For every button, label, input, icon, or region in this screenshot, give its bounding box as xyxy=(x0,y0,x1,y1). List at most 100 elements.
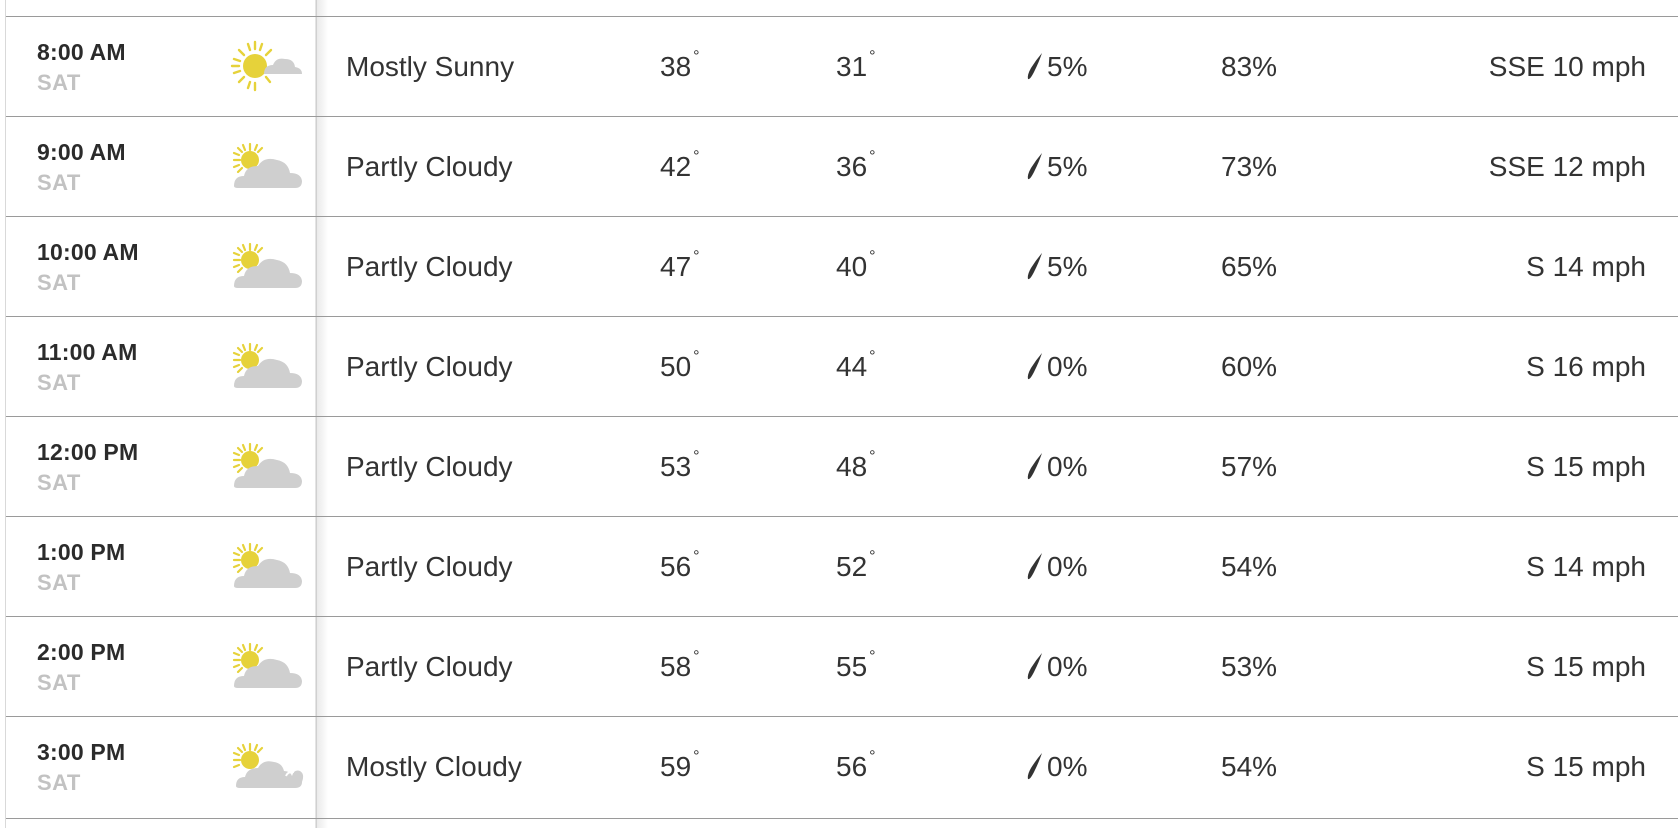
mostly-cloudy-icon xyxy=(228,717,304,817)
hour-label: 10:00 AM xyxy=(37,238,139,265)
time-cell: 9:00 AM SAT xyxy=(37,117,126,217)
raindrop-icon xyxy=(1027,253,1042,280)
condition-text: Partly Cloudy xyxy=(346,151,513,182)
day-label: SAT xyxy=(37,569,81,595)
precipitation: 0% xyxy=(1027,317,1127,417)
temperature: 56 ° xyxy=(660,548,700,582)
precipitation: 0% xyxy=(1027,517,1127,617)
humidity: 60% xyxy=(1221,351,1278,382)
raindrop-icon xyxy=(1027,53,1042,80)
mostly-sunny-icon xyxy=(228,17,304,117)
precipitation: 0% xyxy=(1027,417,1127,517)
day-label: SAT xyxy=(37,369,81,395)
day-label: SAT xyxy=(37,669,81,695)
day-label: SAT xyxy=(37,769,81,795)
time-cell: 11:00 AM SAT xyxy=(37,317,137,417)
humidity: 65% xyxy=(1221,251,1278,282)
time-cell: 3:00 PM SAT xyxy=(37,717,125,817)
hour-label: 8:00 AM xyxy=(37,38,126,65)
condition-text: Partly Cloudy xyxy=(346,651,513,682)
table-row[interactable]: 3:00 PM SAT Mostly Cloudy 59 ° 56 ° 0% 5… xyxy=(6,717,1678,819)
partly-cloudy-icon xyxy=(228,117,304,217)
wind: SSE 10 mph xyxy=(1488,51,1646,82)
table-row[interactable]: 1:00 PM SAT Partly Cloudy 56 ° 52 ° 0% 5… xyxy=(6,517,1678,617)
precipitation: 0% xyxy=(1027,717,1127,817)
time-cell: 1:00 PM SAT xyxy=(37,517,125,617)
feels-like: 56 ° xyxy=(836,748,876,782)
partly-cloudy-icon xyxy=(228,617,304,717)
feels-like: 55 ° xyxy=(836,648,876,682)
partly-cloudy-icon xyxy=(228,317,304,417)
temperature: 47 ° xyxy=(660,248,700,282)
partly-cloudy-icon xyxy=(228,517,304,617)
wind: S 15 mph xyxy=(1526,751,1646,782)
precipitation: 0% xyxy=(1027,617,1127,717)
time-cell: 12:00 PM SAT xyxy=(37,417,138,517)
precipitation: 5% xyxy=(1027,117,1127,217)
wind: SSE 12 mph xyxy=(1488,151,1646,182)
time-cell: 2:00 PM SAT xyxy=(37,617,125,717)
wind: S 16 mph xyxy=(1526,351,1646,382)
hour-label: 12:00 PM xyxy=(37,438,139,465)
hourly-forecast-table: 8:00 AM SAT Mostly Sunny 38 ° 31 ° 5% 83… xyxy=(5,0,1678,828)
temperature: 53 ° xyxy=(660,448,700,482)
condition-text: Partly Cloudy xyxy=(346,451,513,482)
feels-like: 31 ° xyxy=(836,48,876,82)
raindrop-icon xyxy=(1027,753,1042,780)
raindrop-icon xyxy=(1027,453,1042,480)
day-label: SAT xyxy=(37,269,81,295)
partly-cloudy-icon xyxy=(228,217,304,317)
wind: S 14 mph xyxy=(1526,251,1646,282)
table-row[interactable]: 2:00 PM SAT Partly Cloudy 58 ° 55 ° 0% 5… xyxy=(6,617,1678,717)
feels-like: 44 ° xyxy=(836,348,876,382)
condition-text: Mostly Sunny xyxy=(346,51,515,82)
humidity: 73% xyxy=(1221,151,1278,182)
table-row[interactable]: 8:00 AM SAT Mostly Sunny 38 ° 31 ° 5% 83… xyxy=(6,17,1678,117)
partly-cloudy-icon xyxy=(228,417,304,517)
precipitation: 5% xyxy=(1027,217,1127,317)
temperature: 59 ° xyxy=(660,748,700,782)
feels-like: 48 ° xyxy=(836,448,876,482)
raindrop-icon xyxy=(1027,153,1042,180)
hour-label: 9:00 AM xyxy=(37,138,126,165)
humidity: 53% xyxy=(1221,651,1278,682)
raindrop-icon xyxy=(1027,353,1042,380)
raindrop-icon xyxy=(1027,653,1042,680)
temperature: 42 ° xyxy=(660,148,700,182)
humidity: 57% xyxy=(1221,451,1278,482)
hour-label: 1:00 PM xyxy=(37,538,126,565)
day-label: SAT xyxy=(37,169,81,195)
condition-text: Mostly Cloudy xyxy=(346,751,522,782)
feels-like: 36 ° xyxy=(836,148,876,182)
condition-text: Partly Cloudy xyxy=(346,251,513,282)
temperature: 38 ° xyxy=(660,48,700,82)
condition-text: Partly Cloudy xyxy=(346,551,513,582)
humidity: 54% xyxy=(1221,551,1278,582)
hour-label: 11:00 AM xyxy=(37,338,138,365)
feels-like: 52 ° xyxy=(836,548,876,582)
hour-label: 3:00 PM xyxy=(37,738,126,765)
temperature: 58 ° xyxy=(660,648,700,682)
table-row[interactable]: 12:00 PM SAT Partly Cloudy 53 ° 48 ° 0% … xyxy=(6,417,1678,517)
time-cell: 10:00 AM SAT xyxy=(37,217,139,317)
condition-text: Partly Cloudy xyxy=(346,351,513,382)
day-label: SAT xyxy=(37,469,81,495)
precipitation: 5% xyxy=(1027,17,1127,117)
feels-like: 40 ° xyxy=(836,248,876,282)
humidity: 54% xyxy=(1221,751,1278,782)
table-row[interactable]: 10:00 AM SAT Partly Cloudy 47 ° 40 ° 5% … xyxy=(6,217,1678,317)
wind: S 14 mph xyxy=(1526,551,1646,582)
time-cell: 8:00 AM SAT xyxy=(37,17,126,117)
temperature: 50 ° xyxy=(660,348,700,382)
next-row-stub xyxy=(6,819,1678,828)
humidity: 83% xyxy=(1221,51,1278,82)
raindrop-icon xyxy=(1027,553,1042,580)
hour-label: 2:00 PM xyxy=(37,638,126,665)
table-row[interactable]: 11:00 AM SAT Partly Cloudy 50 ° 44 ° 0% … xyxy=(6,317,1678,417)
wind: S 15 mph xyxy=(1526,651,1646,682)
hourly-rows: 8:00 AM SAT Mostly Sunny 38 ° 31 ° 5% 83… xyxy=(6,17,1678,819)
day-label: SAT xyxy=(37,69,81,95)
wind: S 15 mph xyxy=(1526,451,1646,482)
previous-row-stub xyxy=(6,0,1678,17)
table-row[interactable]: 9:00 AM SAT Partly Cloudy 42 ° 36 ° 5% 7… xyxy=(6,117,1678,217)
